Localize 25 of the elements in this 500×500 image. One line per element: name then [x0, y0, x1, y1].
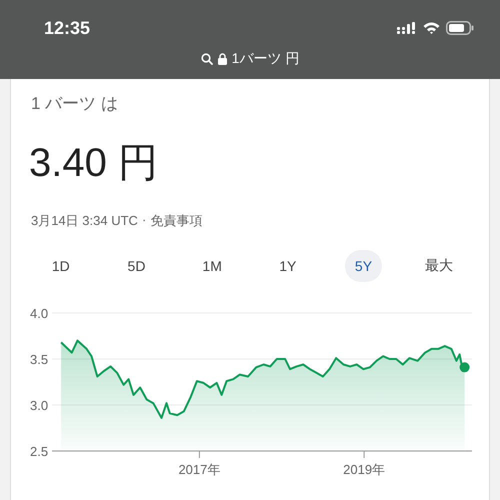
wifi-icon — [423, 22, 440, 34]
range-tab[interactable]: 5Y — [344, 250, 382, 282]
search-icon — [200, 53, 213, 65]
range-tab[interactable]: 1D — [42, 250, 80, 282]
latest-point-marker — [460, 362, 470, 372]
disclaimer-link[interactable]: 免責事項 — [150, 212, 202, 230]
axis-tick-label: 2019年 — [343, 462, 386, 477]
range-tab[interactable]: 5D — [118, 250, 156, 282]
range-tab[interactable]: 最大 — [415, 250, 464, 282]
lock-icon — [218, 53, 227, 65]
address-text[interactable]: 1バーツ 円 — [232, 50, 300, 68]
conversion-heading: 1 バーツ は — [30, 93, 119, 115]
status-time: 12:35 — [44, 18, 90, 38]
axis-tick-label: 2.5 — [30, 444, 48, 459]
axis-tick-label: 3.5 — [30, 352, 48, 367]
axis-tick-label: 3.0 — [30, 398, 48, 413]
axis-tick-label: 2017年 — [178, 462, 220, 477]
separator: · — [142, 212, 146, 229]
range-tab[interactable]: 1Y — [269, 250, 306, 282]
battery-icon — [446, 21, 474, 35]
timestamp: 3月14日 3:34 UTC — [31, 212, 138, 230]
axis-tick-label: 4.0 — [30, 306, 48, 321]
range-tab[interactable]: 1M — [192, 250, 232, 282]
converted-value: 3.40 円 — [28, 140, 159, 187]
signal-icon — [397, 22, 417, 34]
